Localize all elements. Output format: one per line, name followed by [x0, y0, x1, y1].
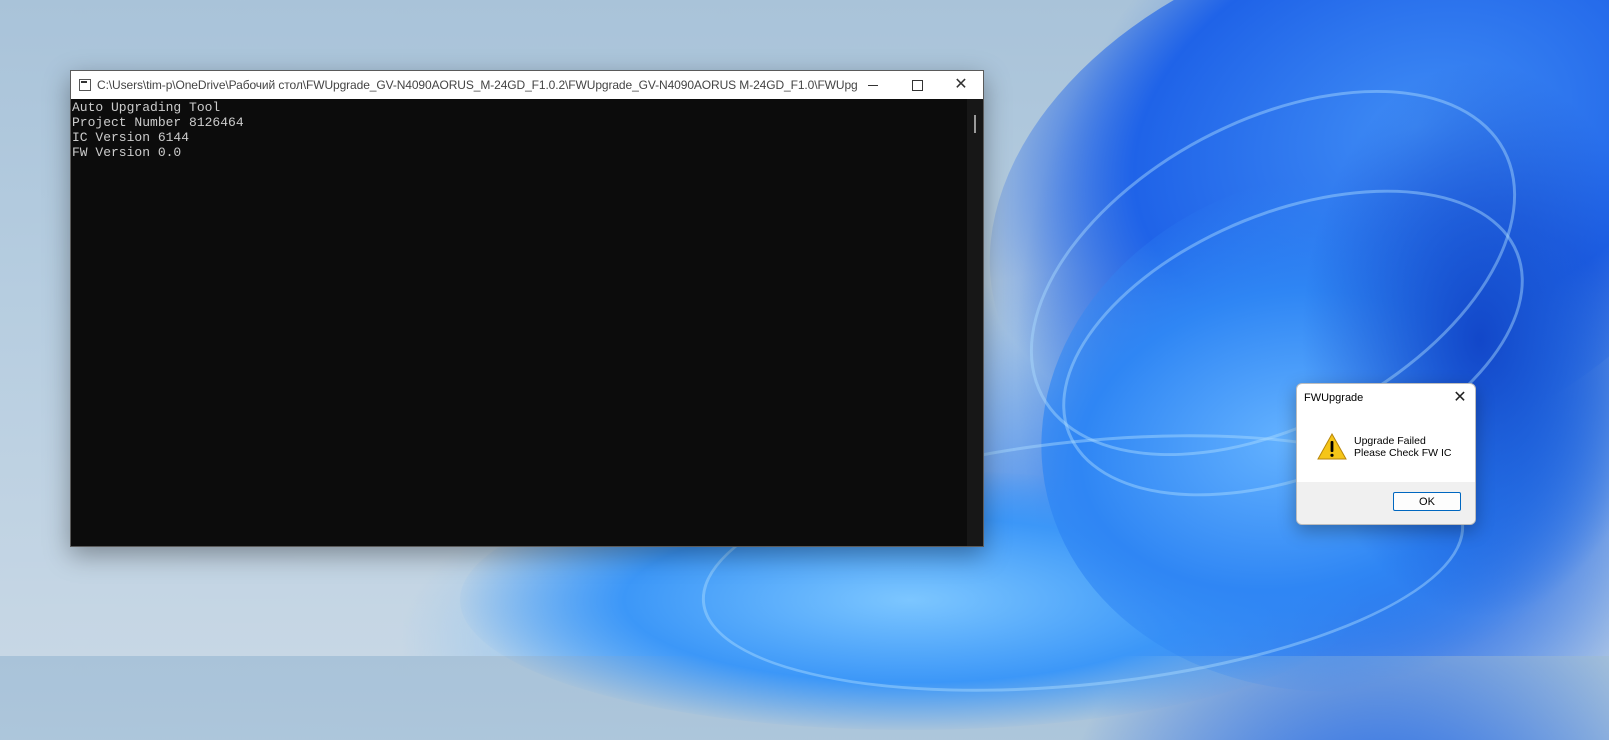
- maximize-icon: [911, 79, 923, 91]
- minimize-button[interactable]: [851, 71, 895, 99]
- dialog-close-button[interactable]: ✕: [1451, 387, 1469, 407]
- scrollbar-thumb[interactable]: [974, 115, 976, 133]
- dialog-message: Upgrade Failed Please Check FW IC: [1354, 435, 1451, 459]
- close-button[interactable]: ✕: [939, 71, 983, 99]
- wallpaper-bloom: [1300, 60, 1609, 620]
- wallpaper-ribbon: [1017, 128, 1569, 558]
- warning-icon: [1317, 433, 1347, 460]
- console-line: Auto Upgrading Tool: [72, 100, 221, 115]
- dialog-message-line: Upgrade Failed: [1354, 435, 1426, 447]
- dialog-footer: OK: [1297, 482, 1475, 524]
- wallpaper-bloom: [918, 0, 1609, 565]
- dialog-message-line: Please Check FW IC: [1354, 447, 1452, 459]
- maximize-button[interactable]: [895, 71, 939, 99]
- console-app-icon: [79, 79, 91, 91]
- console-titlebar[interactable]: C:\Users\tim-p\OneDrive\Рабочий стол\FWU…: [71, 71, 983, 99]
- console-title: C:\Users\tim-p\OneDrive\Рабочий стол\FWU…: [97, 78, 857, 92]
- dialog-title: FWUpgrade: [1304, 392, 1364, 404]
- window-controls: ✕: [851, 71, 983, 99]
- error-dialog[interactable]: FWUpgrade ✕ Upgrade Failed Please Check …: [1296, 383, 1476, 525]
- close-icon: ✕: [1453, 389, 1467, 406]
- close-icon: ✕: [954, 76, 968, 93]
- console-line: IC Version 6144: [72, 130, 190, 145]
- console-window[interactable]: C:\Users\tim-p\OneDrive\Рабочий стол\FWU…: [70, 70, 984, 547]
- console-line: Project Number 8126464: [72, 115, 244, 130]
- wallpaper-ribbon: [968, 14, 1578, 532]
- console-scrollbar[interactable]: [967, 99, 983, 546]
- console-output[interactable]: Auto Upgrading Tool Project Number 812646…: [71, 99, 967, 546]
- minimize-icon: [868, 84, 878, 86]
- ok-button[interactable]: OK: [1393, 492, 1461, 511]
- console-line: FW Version 0.0: [72, 145, 182, 160]
